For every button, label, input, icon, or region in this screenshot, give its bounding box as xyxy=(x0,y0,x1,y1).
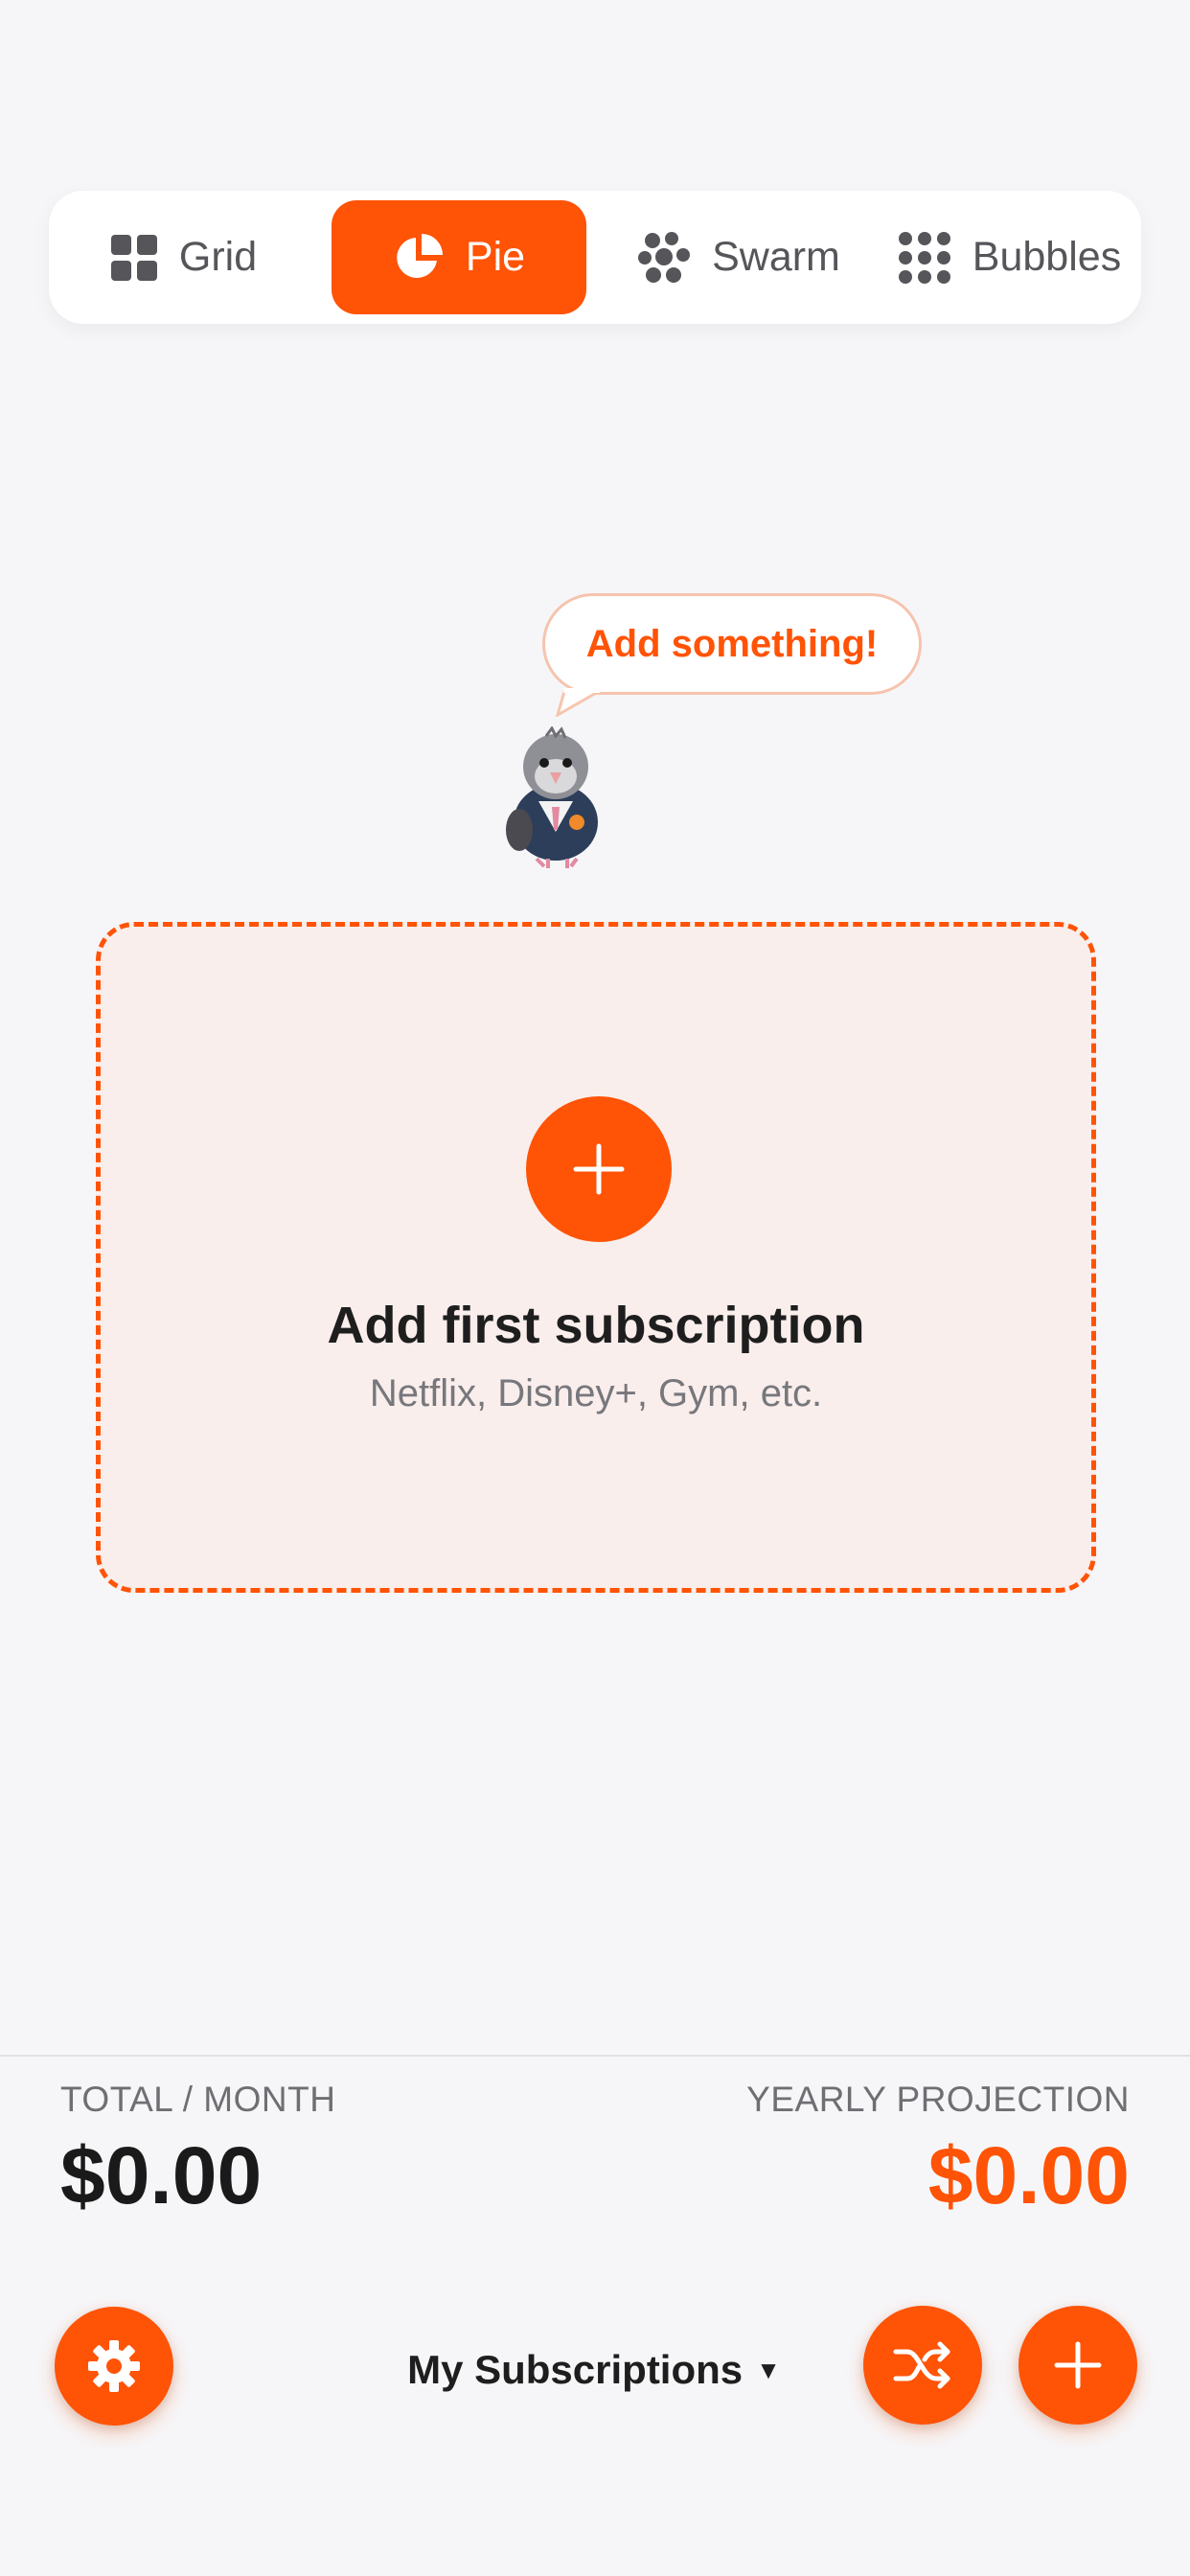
monthly-total-value: $0.00 xyxy=(60,2130,263,2220)
gear-icon xyxy=(88,2340,140,2392)
yearly-projection-label: YEARLY PROJECTION xyxy=(746,2080,1130,2119)
screen: Grid Pie Swarm Bubbles Add something! Ad… xyxy=(0,0,1190,2576)
view-switcher: Grid Pie Swarm Bubbles xyxy=(49,191,1141,324)
add-button[interactable] xyxy=(1018,2306,1137,2425)
pie-chart-icon xyxy=(393,232,445,284)
list-picker[interactable]: My Subscriptions ▼ xyxy=(383,2336,805,2404)
speech-bubble-text: Add something! xyxy=(585,622,879,665)
plus-icon xyxy=(573,1143,625,1195)
yearly-projection-value: $0.00 xyxy=(927,2130,1130,2220)
empty-state-subtitle: Netflix, Disney+, Gym, etc. xyxy=(369,1372,823,1414)
grid-icon xyxy=(110,234,158,282)
shuffle-icon xyxy=(893,2341,950,2389)
plus-icon xyxy=(1054,2341,1102,2389)
monthly-total-label: TOTAL / MONTH xyxy=(60,2080,336,2119)
tab-bubbles-label: Bubbles xyxy=(972,234,1122,280)
tab-pie[interactable]: Pie xyxy=(332,200,586,314)
chevron-down-icon: ▼ xyxy=(756,2355,781,2384)
add-subscription-button[interactable] xyxy=(526,1096,672,1242)
settings-button[interactable] xyxy=(55,2307,173,2426)
tab-grid[interactable]: Grid xyxy=(49,200,318,314)
tab-pie-label: Pie xyxy=(465,234,526,280)
shuffle-button[interactable] xyxy=(863,2306,982,2425)
footer-divider xyxy=(0,2055,1190,2057)
tab-swarm[interactable]: Swarm xyxy=(600,200,878,314)
pigeon-mascot-icon xyxy=(506,726,598,868)
bubbles-icon xyxy=(898,231,951,285)
tab-swarm-label: Swarm xyxy=(712,234,840,280)
empty-state-title: Add first subscription xyxy=(327,1297,865,1354)
list-picker-label: My Subscriptions xyxy=(407,2347,744,2392)
speech-bubble-tail xyxy=(556,688,600,717)
speech-bubble: Add something! xyxy=(542,593,922,695)
add-first-subscription-card[interactable]: Add first subscription Netflix, Disney+,… xyxy=(96,922,1096,1593)
tab-grid-label: Grid xyxy=(178,234,258,280)
tab-bubbles[interactable]: Bubbles xyxy=(878,200,1141,314)
swarm-icon xyxy=(637,231,691,285)
